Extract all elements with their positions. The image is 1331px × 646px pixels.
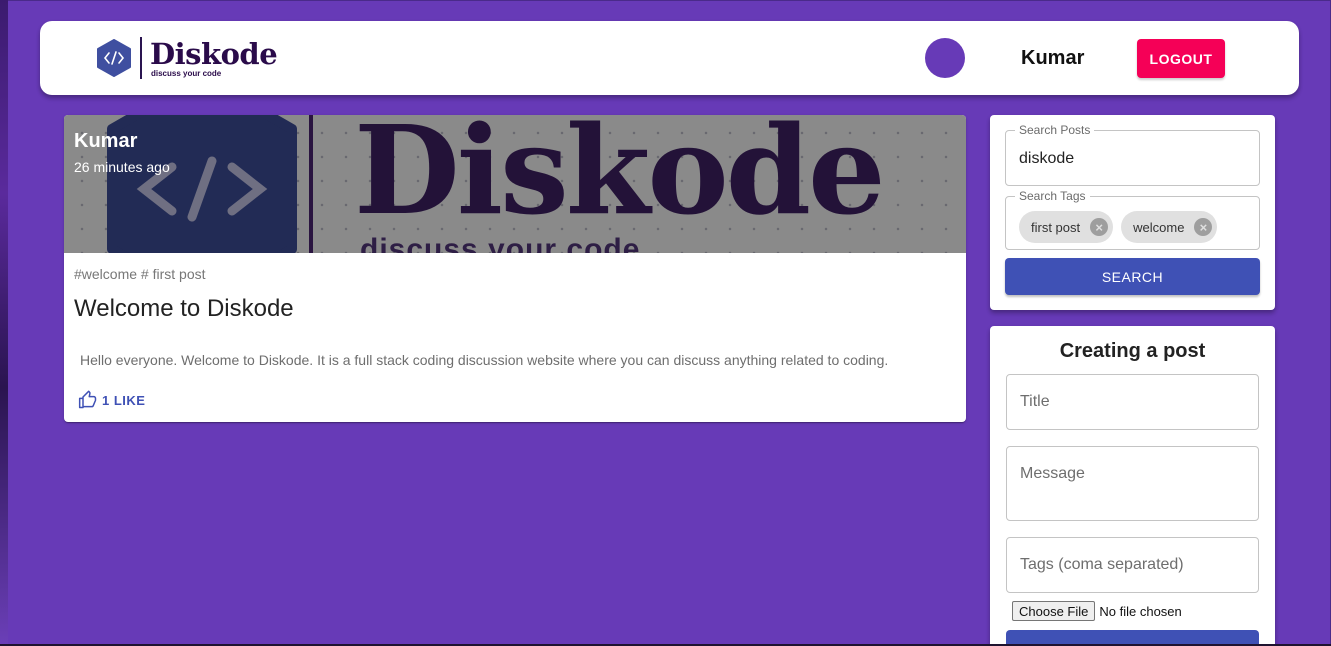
search-posts-label: Search Posts <box>1015 123 1095 137</box>
post-author: Kumar <box>74 130 138 152</box>
search-button[interactable]: SEARCH <box>1005 258 1260 295</box>
title-field[interactable]: Title <box>1006 374 1259 430</box>
create-post-heading: Creating a post <box>1059 340 1206 362</box>
brand-name: Diskode <box>150 37 278 71</box>
search-tags-label: Search Tags <box>1015 189 1090 203</box>
title-placeholder: Title <box>1020 393 1050 410</box>
message-field[interactable]: Message <box>1006 446 1259 521</box>
brand-divider <box>140 37 142 79</box>
post-tags: #welcome # first post <box>74 266 206 282</box>
user-name: Kumar <box>1021 47 1085 69</box>
tags-field[interactable]: Tags (coma separated) <box>1006 537 1259 593</box>
post-title: Welcome to Diskode <box>74 295 294 322</box>
brand-text: Diskode discuss your code <box>150 37 278 78</box>
search-tags-field[interactable]: Search Tags first post × welcome × <box>1005 189 1260 250</box>
cancel-circle-icon[interactable]: × <box>1194 218 1213 236</box>
window-top-edge <box>0 0 1331 1</box>
post-image-tagline: discuss your code <box>360 233 641 253</box>
brand-tagline: discuss your code <box>151 69 222 78</box>
search-posts-input[interactable]: diskode <box>1019 149 1074 169</box>
post-time: 26 minutes ago <box>74 159 170 175</box>
logout-button[interactable]: LOGOUT <box>1137 39 1225 78</box>
like-count: 1 LIKE <box>102 392 146 408</box>
code-hexagon-icon <box>97 39 131 77</box>
create-post-panel: Creating a post Title Message Tags (coma… <box>990 326 1275 646</box>
message-placeholder: Message <box>1020 465 1085 482</box>
post-image-divider <box>309 115 313 253</box>
post-card: Diskode discuss your code Kumar 26 minut… <box>64 115 966 422</box>
desktop-edge <box>0 0 8 646</box>
app-bar: Diskode discuss your code Kumar LOGOUT <box>40 21 1299 95</box>
tag-chip[interactable]: first post × <box>1019 211 1114 243</box>
brand-logo[interactable]: Diskode discuss your code <box>97 35 278 81</box>
file-input: Choose File No file chosen <box>1012 601 1182 621</box>
avatar[interactable] <box>925 38 965 78</box>
post-image-wordmark: Diskode <box>354 115 886 242</box>
search-panel: Search Posts diskode Search Tags first p… <box>990 115 1275 310</box>
post-message: Hello everyone. Welcome to Diskode. It i… <box>80 352 889 368</box>
tag-chip-label: first post <box>1031 219 1081 235</box>
search-posts-field[interactable]: Search Posts diskode <box>1005 123 1260 186</box>
file-status: No file chosen <box>1099 603 1182 619</box>
cancel-circle-icon[interactable]: × <box>1090 218 1109 236</box>
thumb-up-icon <box>78 390 97 409</box>
tag-chips: first post × welcome × <box>1019 211 1218 243</box>
tag-chip-label: welcome <box>1133 219 1185 235</box>
tags-placeholder: Tags (coma separated) <box>1020 556 1184 573</box>
like-button[interactable]: 1 LIKE <box>78 388 145 412</box>
choose-file-button[interactable]: Choose File <box>1012 601 1096 621</box>
post-image[interactable]: Diskode discuss your code Kumar 26 minut… <box>64 115 966 253</box>
tag-chip[interactable]: welcome × <box>1121 211 1218 243</box>
